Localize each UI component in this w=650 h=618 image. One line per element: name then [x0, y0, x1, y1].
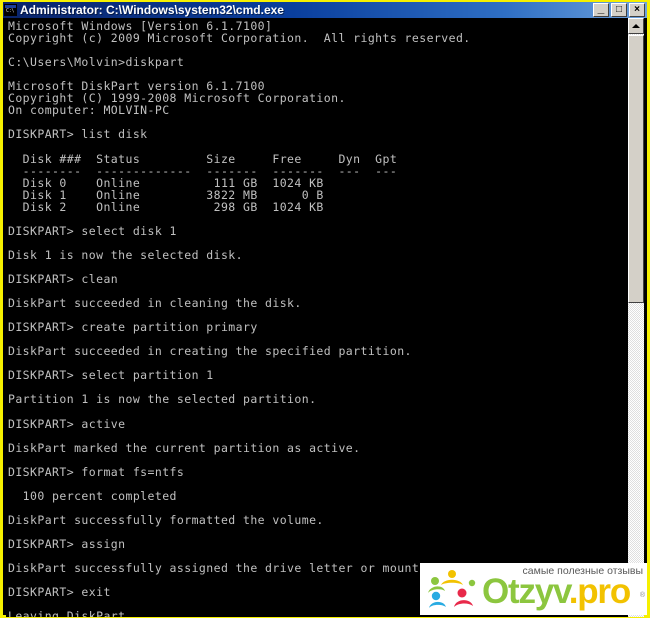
watermark-brand: Otzyv.pro	[482, 572, 632, 612]
minimize-icon: _	[597, 2, 605, 15]
vertical-scrollbar[interactable]	[628, 18, 644, 617]
watermark-registered-mark: ®	[639, 592, 645, 599]
close-button[interactable]: ×	[629, 3, 645, 17]
cmd-window: C:\ Administrator: C:\Windows\system32\c…	[0, 0, 650, 618]
watermark-brand-suffix: .pro	[568, 572, 632, 611]
window-title: Administrator: C:\Windows\system32\cmd.e…	[20, 3, 284, 17]
maximize-button[interactable]: □	[611, 3, 627, 17]
screenshot-root: C:\ Administrator: C:\Windows\system32\c…	[0, 0, 650, 618]
watermark-overlay: самые полезные отзывы Otzyv.pro ®	[420, 563, 647, 615]
otzyv-people-logo-icon	[428, 570, 476, 608]
cmd-console-icon: C:\	[4, 4, 17, 16]
console-output-area[interactable]: Microsoft Windows [Version 6.1.7100] Cop…	[6, 18, 631, 617]
window-titlebar[interactable]: C:\ Administrator: C:\Windows\system32\c…	[3, 2, 647, 18]
close-icon: ×	[634, 4, 640, 15]
minimize-button[interactable]: _	[593, 2, 609, 17]
chevron-up-icon	[632, 24, 640, 28]
maximize-icon: □	[615, 4, 623, 15]
console-transcript: Microsoft Windows [Version 6.1.7100] Cop…	[8, 19, 471, 617]
scrollbar-thumb[interactable]	[628, 35, 644, 303]
window-controls: _ □ ×	[593, 2, 645, 17]
watermark-brand-main: Otzyv	[482, 572, 570, 611]
icon-prompt-label: C:\	[6, 8, 15, 14]
scroll-up-button[interactable]	[628, 18, 644, 34]
